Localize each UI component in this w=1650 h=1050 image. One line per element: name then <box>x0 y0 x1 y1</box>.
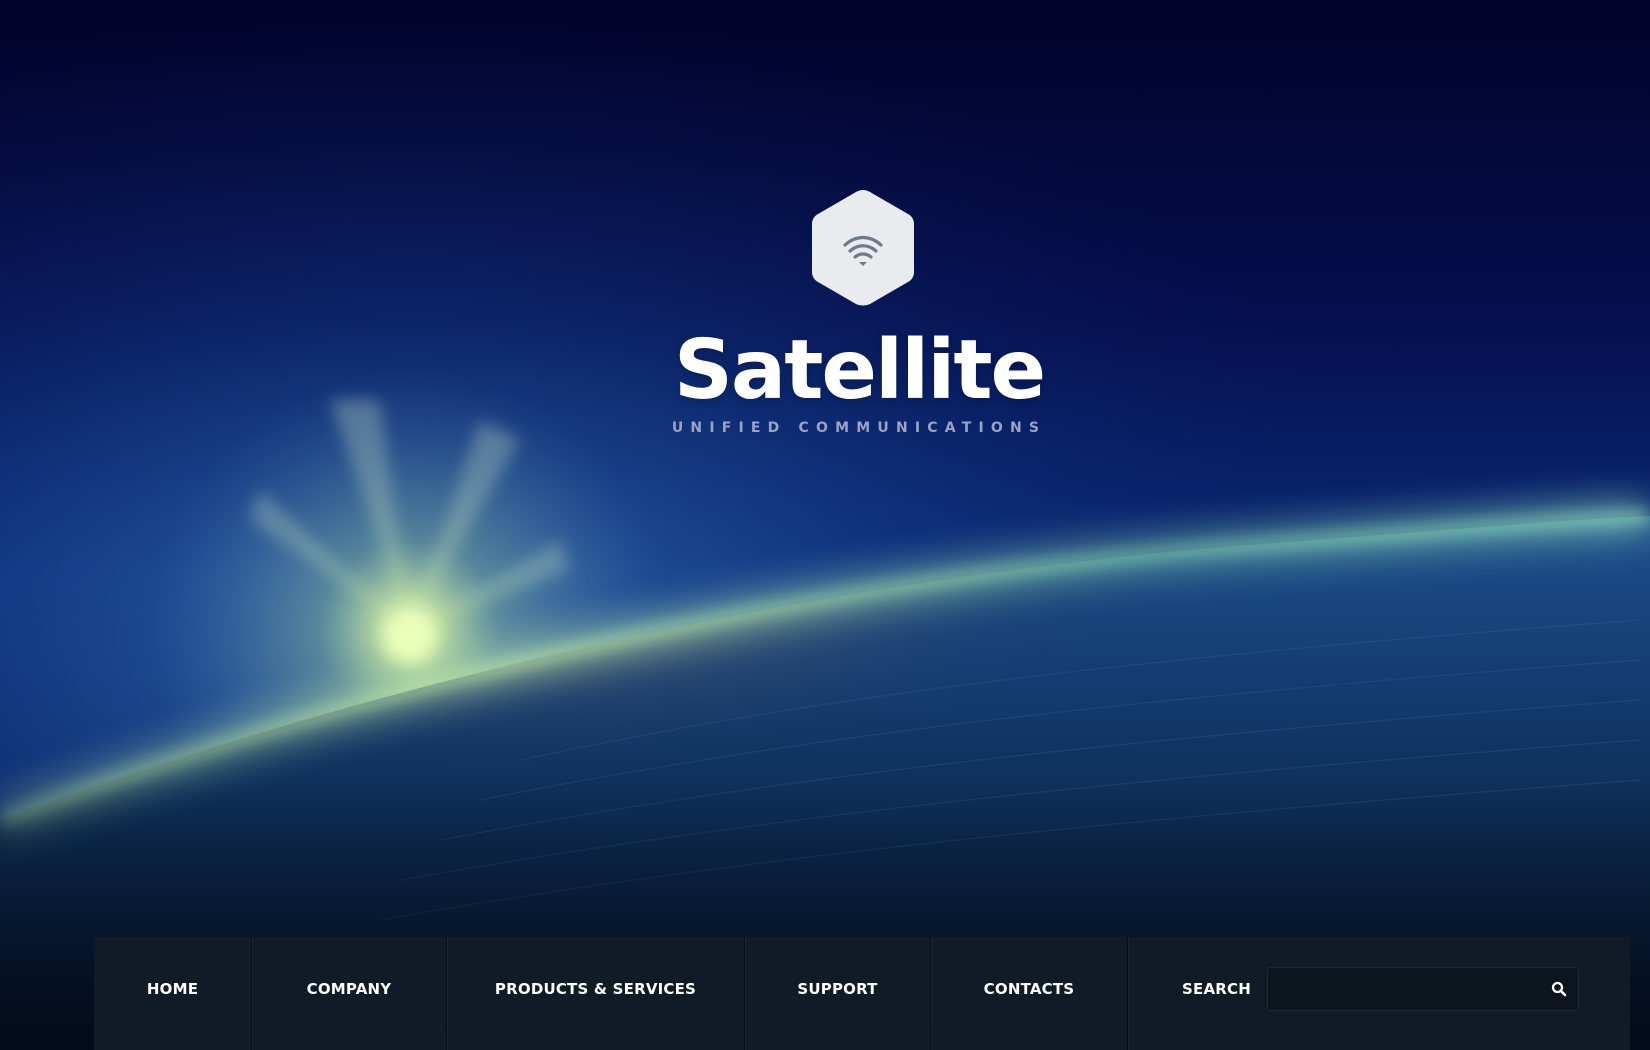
nav-item-products-services[interactable]: PRODUCTS & SERVICES <box>447 937 745 1050</box>
search-label: SEARCH <box>1182 979 1251 998</box>
search-area: SEARCH <box>1128 937 1630 1050</box>
brand-title: Satellite <box>673 323 1046 418</box>
search-button[interactable] <box>1548 978 1570 1000</box>
search-input[interactable] <box>1267 967 1538 1010</box>
nav-item-support[interactable]: SUPPORT <box>745 937 931 1050</box>
search-icon <box>1551 981 1567 996</box>
search-box <box>1266 966 1579 1011</box>
logo[interactable] <box>808 186 918 310</box>
brand-header: Satellite UNIFIED COMMUNICATIONS <box>0 0 1650 460</box>
nav-item-home[interactable]: HOME <box>94 937 252 1050</box>
hexagon-logo-icon <box>812 190 914 306</box>
nav-item-company[interactable]: COMPANY <box>252 937 447 1050</box>
brand-subtitle: UNIFIED COMMUNICATIONS <box>671 420 1047 436</box>
main-navigation: HOME COMPANY PRODUCTS & SERVICES SUPPORT… <box>94 937 1630 1050</box>
nav-item-contacts[interactable]: CONTACTS <box>931 937 1128 1050</box>
